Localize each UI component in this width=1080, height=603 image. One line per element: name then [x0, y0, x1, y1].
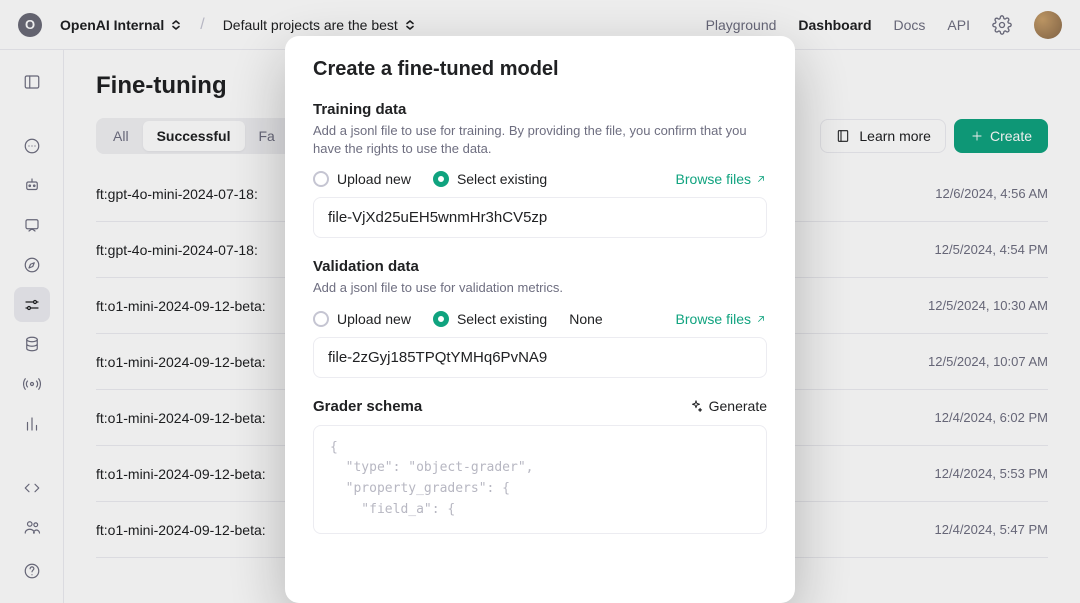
training-data-title: Training data	[313, 101, 767, 118]
option-label: Select existing	[457, 171, 547, 187]
radio-icon	[313, 171, 329, 187]
generate-button[interactable]: Generate	[689, 398, 767, 414]
validation-select-existing-option[interactable]: Select existing	[433, 311, 547, 327]
browse-label: Browse files	[676, 171, 751, 187]
training-select-existing-option[interactable]: Select existing	[433, 171, 547, 187]
option-label: Upload new	[337, 311, 411, 327]
grader-schema-editor[interactable]: { "type": "object-grader", "property_gra…	[313, 425, 767, 534]
external-link-icon	[755, 313, 767, 325]
training-data-desc: Add a jsonl file to use for training. By…	[313, 122, 767, 157]
radio-selected-icon	[433, 171, 449, 187]
training-upload-new-option[interactable]: Upload new	[313, 171, 411, 187]
option-label: Select existing	[457, 311, 547, 327]
validation-data-title: Validation data	[313, 258, 767, 275]
validation-file-input[interactable]	[313, 337, 767, 378]
sparkle-icon	[689, 399, 703, 413]
validation-upload-new-option[interactable]: Upload new	[313, 311, 411, 327]
training-file-input[interactable]	[313, 197, 767, 238]
radio-selected-icon	[433, 311, 449, 327]
create-finetune-modal: Create a fine-tuned model Training data …	[285, 36, 795, 603]
generate-label: Generate	[709, 398, 767, 414]
grader-schema-title: Grader schema	[313, 398, 422, 415]
modal-title: Create a fine-tuned model	[313, 58, 767, 81]
option-label: None	[569, 311, 602, 327]
validation-none-option[interactable]: None	[569, 311, 602, 327]
validation-data-desc: Add a jsonl file to use for validation m…	[313, 279, 767, 297]
external-link-icon	[755, 173, 767, 185]
validation-browse-files[interactable]: Browse files	[676, 311, 767, 327]
modal-overlay[interactable]: Create a fine-tuned model Training data …	[0, 0, 1080, 603]
training-browse-files[interactable]: Browse files	[676, 171, 767, 187]
option-label: Upload new	[337, 171, 411, 187]
browse-label: Browse files	[676, 311, 751, 327]
radio-icon	[313, 311, 329, 327]
